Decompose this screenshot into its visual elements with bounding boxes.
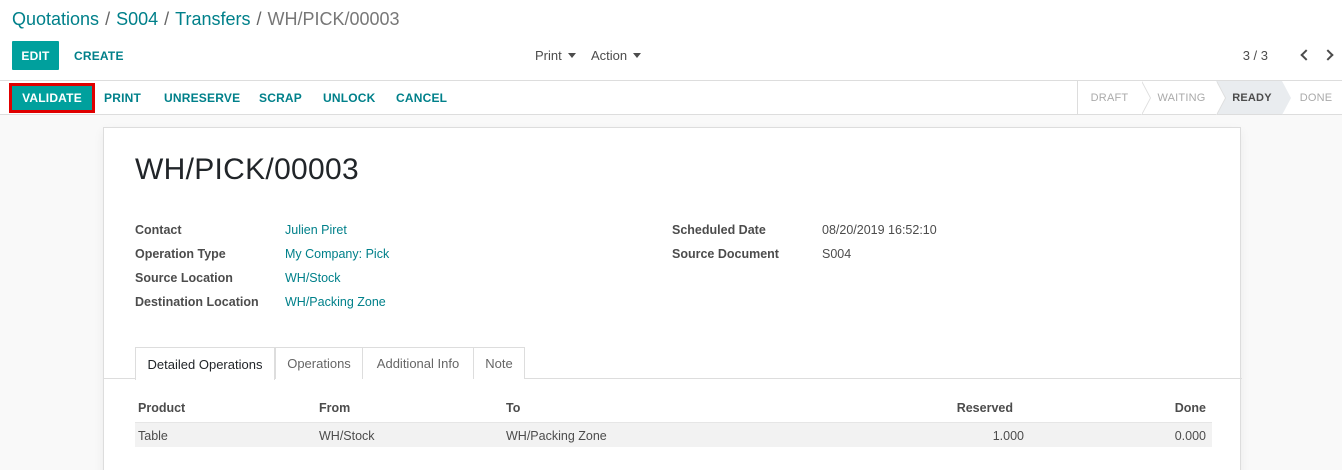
operation-type-value[interactable]: My Company: Pick (285, 247, 389, 261)
unreserve-button[interactable]: UNRESERVE (164, 91, 240, 105)
cell-to: WH/Packing Zone (506, 429, 607, 443)
form-sheet: WH/PICK/00003 Contact Julien Piret Opera… (103, 127, 1242, 470)
destination-location-label: Destination Location (135, 295, 259, 309)
column-header-from[interactable]: From (319, 401, 350, 415)
chevron-right-icon (1321, 49, 1334, 61)
action-dropdown-label: Action (591, 48, 628, 63)
tab-operations[interactable]: Operations (275, 347, 363, 379)
stage-ready-label: READY (1232, 91, 1272, 104)
stage-done: DONE (1282, 81, 1342, 114)
scheduled-date-label: Scheduled Date (672, 223, 766, 237)
caret-down-icon (567, 53, 576, 58)
caret-down-icon (633, 53, 642, 58)
form-statusbar: VALIDATE PRINT UNRESERVE SCRAP UNLOCK CA… (0, 81, 1342, 115)
cell-from: WH/Stock (319, 429, 375, 443)
stage-draft: DRAFT (1078, 81, 1151, 115)
tab-note[interactable]: Note (473, 347, 525, 379)
create-button[interactable]: CREATE (74, 49, 124, 63)
breadcrumb-separator: / (164, 9, 170, 29)
column-header-reserved[interactable]: Reserved (957, 401, 1013, 415)
stage-waiting: WAITING (1141, 81, 1226, 115)
stage-done-label: DONE (1299, 91, 1333, 104)
notebook-tabs: Detailed Operations Operations Additiona… (104, 347, 1242, 380)
cell-product: Table (138, 429, 168, 443)
print-button[interactable]: PRINT (104, 91, 141, 105)
scheduled-date-value: 08/20/2019 16:52:10 (822, 223, 937, 237)
stage-draft-label: DRAFT (1090, 91, 1129, 104)
table-row[interactable]: Table WH/Stock WH/Packing Zone 1.000 0.0… (135, 422, 1212, 447)
contact-value[interactable]: Julien Piret (285, 223, 347, 237)
cell-done: 0.000 (1174, 429, 1206, 443)
tab-detailed-operations[interactable]: Detailed Operations (135, 347, 275, 380)
column-header-product[interactable]: Product (138, 401, 185, 415)
validate-button[interactable]: VALIDATE (9, 83, 95, 113)
breadcrumb: Quotations / S004/Transfers / WH/PICK/00003 (12, 8, 400, 30)
unlock-button[interactable]: UNLOCK (323, 91, 376, 105)
pager-next-button[interactable] (1321, 46, 1336, 64)
page-title: WH/PICK/00003 (135, 153, 359, 186)
breadcrumb-separator: / (256, 9, 262, 29)
source-document-label: Source Document (672, 247, 779, 261)
breadcrumb-s004[interactable]: S004 (116, 9, 158, 29)
breadcrumb-transfers[interactable]: Transfers (175, 9, 250, 29)
pager-value[interactable]: 3 / 3 (1243, 48, 1268, 63)
column-header-done[interactable]: Done (1175, 401, 1206, 415)
control-panel: Quotations / S004/Transfers / WH/PICK/00003 … (0, 0, 1342, 81)
source-document-value: S004 (822, 247, 852, 261)
operation-type-label: Operation Type (135, 247, 226, 261)
action-dropdown[interactable]: Action (591, 48, 642, 63)
print-dropdown-label: Print (535, 48, 562, 63)
source-location-value[interactable]: WH/Stock (285, 271, 341, 285)
tab-additional-info[interactable]: Additional Info (362, 347, 474, 379)
stage-pipeline: DRAFT WAITING READY DONE (1077, 81, 1342, 115)
column-header-to[interactable]: To (506, 401, 520, 415)
contact-label: Contact (135, 223, 182, 237)
breadcrumb-quotations[interactable]: Quotations (12, 9, 99, 29)
edit-button[interactable]: EDIT (12, 41, 59, 70)
pager-previous-button[interactable] (1297, 46, 1312, 64)
destination-location-value[interactable]: WH/Packing Zone (285, 295, 386, 309)
breadcrumb-current: WH/PICK/00003 (267, 9, 400, 29)
chevron-left-icon (1299, 49, 1312, 61)
stage-waiting-label: WAITING (1157, 91, 1206, 104)
print-dropdown[interactable]: Print (535, 48, 576, 63)
breadcrumb-separator: / (105, 9, 111, 29)
cell-reserved: 1.000 (992, 429, 1024, 443)
scrap-button[interactable]: SCRAP (259, 91, 302, 105)
source-location-label: Source Location (135, 271, 233, 285)
cancel-button[interactable]: CANCEL (396, 91, 447, 105)
